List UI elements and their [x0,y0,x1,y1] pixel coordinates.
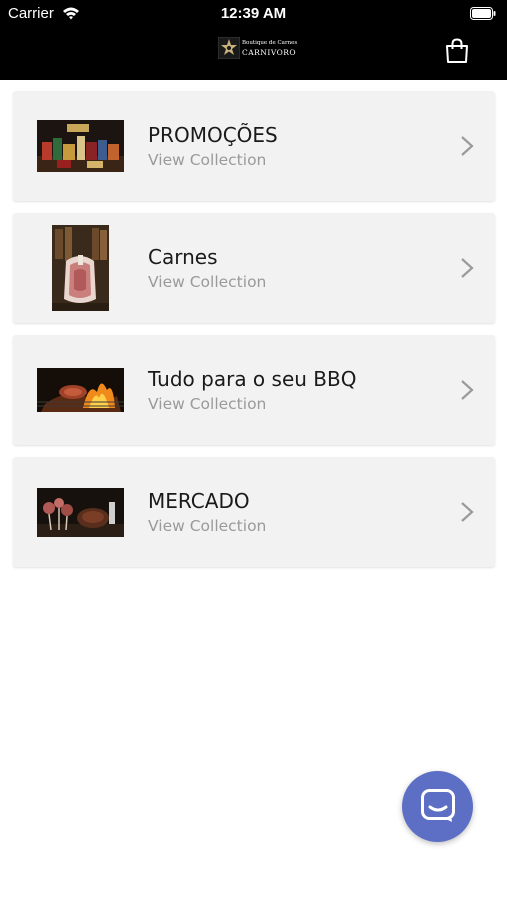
collection-item-mercado[interactable]: MERCADO View Collection [13,457,495,567]
top-bar: Carrier 12:39 AM Boutique de Carnes CARN… [0,0,507,80]
bbq-fire-photo [37,368,124,412]
shopping-bag-icon[interactable] [445,38,469,64]
chat-bubble-icon [421,789,455,822]
collection-subtitle: View Collection [148,151,267,169]
collection-title: Tudo para o seu BBQ [148,367,357,391]
collection-item-carnes[interactable]: Carnes View Collection [13,213,495,323]
collection-list: PROMOÇÕES View Collection Carnes View Co… [13,91,495,579]
status-bar: Carrier 12:39 AM [0,0,507,28]
chevron-right-icon [461,136,474,156]
logo-name: CARNIVORO [242,48,297,57]
collection-title: PROMOÇÕES [148,123,278,147]
meat-cuts-photo [37,488,124,537]
collection-title: MERCADO [148,489,250,513]
collection-item-promocoes[interactable]: PROMOÇÕES View Collection [13,91,495,201]
chat-button[interactable] [402,771,473,842]
collection-title: Carnes [148,245,218,269]
brand-logo[interactable]: Boutique de Carnes CARNIVORO [218,37,297,61]
collection-subtitle: View Collection [148,273,267,291]
chevron-right-icon [461,258,474,278]
logo-tagline: Boutique de Carnes [242,40,298,46]
sheriff-star-icon [218,37,240,59]
collection-subtitle: View Collection [148,517,267,535]
battery-icon [470,7,496,20]
promo-products-photo [37,120,124,172]
collection-subtitle: View Collection [148,395,267,413]
raw-meat-photo [52,225,109,311]
status-time: 12:39 AM [220,5,287,22]
chevron-right-icon [461,380,474,400]
chevron-right-icon [461,502,474,522]
collection-item-bbq[interactable]: Tudo para o seu BBQ View Collection [13,335,495,445]
